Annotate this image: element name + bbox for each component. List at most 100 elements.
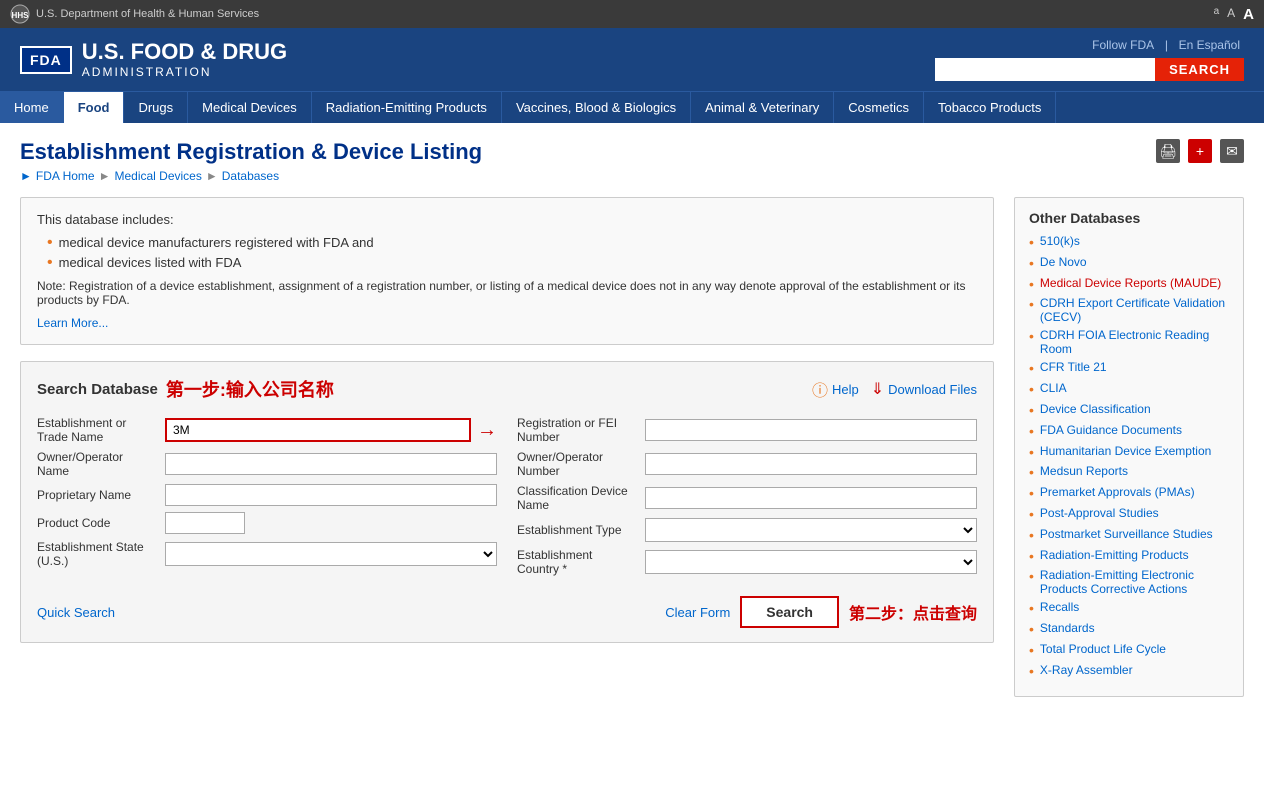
- page-header-icons: 🖨 + ✉: [1156, 139, 1244, 163]
- clear-form-link[interactable]: Clear Form: [665, 605, 730, 620]
- search-box-footer: Quick Search Clear Form Search 第二步：点击查询: [37, 596, 977, 628]
- breadcrumb-medical-devices[interactable]: Medical Devices: [114, 169, 201, 183]
- chinese-label-1: 第一步:输入公司名称: [166, 376, 334, 402]
- info-box: This database includes: medical device m…: [20, 197, 994, 345]
- sidebar-list: 510(k)s De Novo Medical Device Reports (MA…: [1029, 234, 1229, 680]
- sidebar-link-16[interactable]: Recalls: [1040, 600, 1079, 614]
- breadcrumb: ► FDA Home ► Medical Devices ► Databases: [20, 169, 482, 183]
- learn-more-link[interactable]: Learn More...: [37, 316, 108, 330]
- sidebar-link-19[interactable]: X-Ray Assembler: [1040, 663, 1133, 677]
- sub-title: ADMINISTRATION: [82, 65, 287, 79]
- en-espanol-link[interactable]: En Español: [1179, 38, 1240, 52]
- help-link[interactable]: ⓘ Help: [812, 377, 859, 401]
- nav-item-food[interactable]: Food: [64, 92, 125, 123]
- sidebar-item: CDRH FOIA Electronic Reading Room: [1029, 328, 1229, 356]
- quick-search-link[interactable]: Quick Search: [37, 605, 115, 620]
- font-size-controls[interactable]: a A A: [1214, 6, 1254, 23]
- classification-input[interactable]: [645, 487, 977, 509]
- sidebar-link-6[interactable]: CLIA: [1040, 381, 1067, 395]
- header-search-input[interactable]: [935, 58, 1155, 81]
- sidebar-item: 510(k)s: [1029, 234, 1229, 251]
- sidebar-link-10[interactable]: Medsun Reports: [1040, 464, 1128, 478]
- svg-text:HHS: HHS: [12, 11, 30, 20]
- sidebar-link-14[interactable]: Radiation-Emitting Products: [1040, 548, 1189, 562]
- info-note: Note: Registration of a device establish…: [37, 279, 977, 307]
- establishment-type-select[interactable]: [645, 518, 977, 542]
- sidebar-item: Total Product Life Cycle: [1029, 642, 1229, 659]
- form-col-left: Establishment or Trade Name → Owner/Oper…: [37, 416, 497, 582]
- email-icon[interactable]: ✉: [1220, 139, 1244, 163]
- main-layout: This database includes: medical device m…: [20, 197, 1244, 697]
- sidebar: Other Databases 510(k)sDe NovoMedical De…: [1014, 197, 1244, 697]
- header-links: Follow FDA | En Español: [935, 38, 1244, 52]
- breadcrumb-fda-home[interactable]: FDA Home: [36, 169, 95, 183]
- nav-item-home[interactable]: Home: [0, 92, 64, 123]
- search-box-links: ⓘ Help ⇓ Download Files: [812, 377, 977, 401]
- sidebar-link-3[interactable]: CDRH Export Certificate Validation (CECV…: [1040, 296, 1229, 324]
- sidebar-link-13[interactable]: Postmarket Surveillance Studies: [1040, 527, 1213, 541]
- establishment-state-select[interactable]: [165, 542, 497, 566]
- sidebar-link-4[interactable]: CDRH FOIA Electronic Reading Room: [1040, 328, 1229, 356]
- product-code-input[interactable]: [165, 512, 245, 534]
- owner-operator-input[interactable]: [165, 453, 497, 475]
- page-content: Establishment Registration & Device List…: [0, 123, 1264, 713]
- download-files-link[interactable]: ⇓ Download Files: [871, 379, 977, 399]
- sidebar-link-17[interactable]: Standards: [1040, 621, 1095, 635]
- sidebar-link-18[interactable]: Total Product Life Cycle: [1040, 642, 1166, 656]
- sidebar-link-2[interactable]: Medical Device Reports (MAUDE): [1040, 276, 1221, 290]
- breadcrumb-databases[interactable]: Databases: [222, 169, 279, 183]
- sidebar-link-15[interactable]: Radiation-Emitting Electronic Products C…: [1040, 568, 1229, 596]
- print-icon[interactable]: 🖨: [1156, 139, 1180, 163]
- search-button[interactable]: Search: [740, 596, 839, 628]
- search-form: Establishment or Trade Name → Owner/Oper…: [37, 416, 977, 582]
- sidebar-link-5[interactable]: CFR Title 21: [1040, 360, 1107, 374]
- header-search-button[interactable]: SEARCH: [1155, 58, 1244, 81]
- sidebar-item: Device Classification: [1029, 402, 1229, 419]
- font-size-small[interactable]: a: [1214, 6, 1220, 23]
- owner-operator-row: Owner/Operator Name: [37, 450, 497, 478]
- classification-label: Classification Device Name: [517, 484, 637, 512]
- sidebar-item: Standards: [1029, 621, 1229, 638]
- nav-item-radiation[interactable]: Radiation-Emitting Products: [312, 92, 502, 123]
- sidebar-link-9[interactable]: Humanitarian Device Exemption: [1040, 444, 1211, 458]
- nav-item-tobacco[interactable]: Tobacco Products: [924, 92, 1056, 123]
- sidebar-item: CFR Title 21: [1029, 360, 1229, 377]
- establishment-country-row: Establishment Country *: [517, 548, 977, 576]
- info-bullets: medical device manufacturers registered …: [37, 235, 977, 271]
- nav-item-medical-devices[interactable]: Medical Devices: [188, 92, 312, 123]
- top-bar: HHS U.S. Department of Health & Human Se…: [0, 0, 1264, 28]
- site-title: U.S. FOOD & DRUG ADMINISTRATION: [82, 40, 287, 78]
- main-nav: Home Food Drugs Medical Devices Radiatio…: [0, 91, 1264, 123]
- establishment-label: Establishment or Trade Name: [37, 416, 157, 444]
- search-box: Search Database 第一步:输入公司名称 ⓘ Help ⇓ Down…: [20, 361, 994, 643]
- breadcrumb-sep-2: ►: [206, 169, 218, 183]
- breadcrumb-sep-1: ►: [99, 169, 111, 183]
- sidebar-link-0[interactable]: 510(k)s: [1040, 234, 1080, 248]
- registration-input[interactable]: [645, 419, 977, 441]
- nav-item-cosmetics[interactable]: Cosmetics: [834, 92, 924, 123]
- owner-operator-number-input[interactable]: [645, 453, 977, 475]
- site-header: FDA U.S. FOOD & DRUG ADMINISTRATION Foll…: [0, 28, 1264, 91]
- establishment-row: Establishment or Trade Name →: [37, 416, 497, 444]
- font-size-large[interactable]: A: [1243, 6, 1254, 23]
- breadcrumb-arrow: ►: [20, 169, 32, 183]
- sidebar-item: Recalls: [1029, 600, 1229, 617]
- sidebar-item: Radiation-Emitting Products: [1029, 548, 1229, 565]
- sidebar-link-7[interactable]: Device Classification: [1040, 402, 1151, 416]
- nav-item-vaccines[interactable]: Vaccines, Blood & Biologics: [502, 92, 691, 123]
- page-header-row: Establishment Registration & Device List…: [20, 139, 1244, 197]
- font-size-medium[interactable]: A: [1227, 6, 1235, 23]
- follow-fda-link[interactable]: Follow FDA: [1092, 38, 1154, 52]
- establishment-input[interactable]: [165, 418, 471, 442]
- nav-item-animal[interactable]: Animal & Veterinary: [691, 92, 834, 123]
- sidebar-link-11[interactable]: Premarket Approvals (PMAs): [1040, 485, 1195, 499]
- sidebar-box: Other Databases 510(k)sDe NovoMedical De…: [1014, 197, 1244, 697]
- info-intro: This database includes:: [37, 212, 977, 227]
- establishment-country-select[interactable]: [645, 550, 977, 574]
- sidebar-link-8[interactable]: FDA Guidance Documents: [1040, 423, 1182, 437]
- proprietary-input[interactable]: [165, 484, 497, 506]
- sidebar-link-12[interactable]: Post-Approval Studies: [1040, 506, 1159, 520]
- sidebar-link-1[interactable]: De Novo: [1040, 255, 1087, 269]
- nav-item-drugs[interactable]: Drugs: [124, 92, 188, 123]
- add-icon[interactable]: +: [1188, 139, 1212, 163]
